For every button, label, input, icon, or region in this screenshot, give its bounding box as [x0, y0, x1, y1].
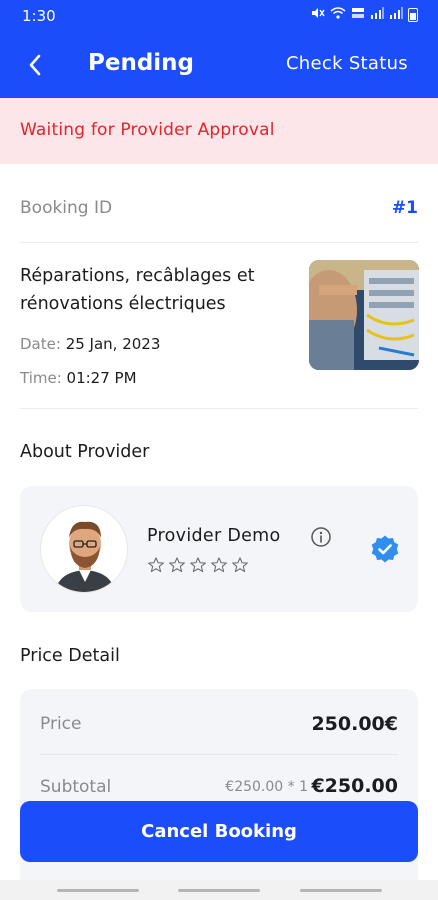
star-icon — [169, 557, 185, 573]
provider-avatar — [40, 505, 128, 593]
date-label: Date: — [20, 335, 66, 353]
provider-rating — [147, 556, 249, 574]
time-label: Time: — [20, 369, 67, 387]
service-image — [309, 260, 419, 370]
star-icon — [232, 557, 248, 573]
price-detail-title: Price Detail — [20, 646, 120, 666]
booking-time-row: Time: 01:27 PM — [20, 369, 137, 387]
status-bar: 1:30 — [0, 0, 438, 32]
check-status-button[interactable]: Check Status — [286, 53, 408, 74]
provider-name: Provider Demo — [147, 526, 281, 546]
nav-pill[interactable] — [300, 889, 382, 892]
divider — [20, 242, 418, 243]
star-icon — [148, 557, 164, 573]
star-icon — [190, 557, 206, 573]
divider — [20, 408, 418, 409]
booking-date-row: Date: 25 Jan, 2023 — [20, 335, 160, 353]
subtotal-label: Subtotal — [40, 777, 112, 797]
volte-icon — [351, 7, 365, 22]
signal-icon — [370, 7, 384, 22]
nav-pill[interactable] — [178, 889, 260, 892]
date-value: 25 Jan, 2023 — [65, 335, 161, 353]
mute-icon — [311, 7, 325, 22]
chevron-left-icon — [29, 54, 41, 76]
top-header: 1:30 Pending Check Status — [0, 0, 438, 98]
subtotal-multiplier: €250.00 * 1 — [225, 779, 308, 795]
price-value: 250.00€ — [311, 713, 398, 735]
service-name: Réparations, recâblages et rénovations é… — [20, 266, 255, 314]
booking-id-row: Booking ID #1 — [20, 198, 418, 222]
subtotal-value: €250.00 — [311, 775, 398, 797]
divider — [40, 754, 398, 755]
app-bar: Pending Check Status — [0, 32, 438, 98]
booking-id-value: #1 — [391, 198, 418, 218]
wifi-icon — [330, 7, 346, 22]
time-value: 01:27 PM — [66, 369, 137, 387]
signal-icon — [389, 7, 403, 22]
verified-icon — [371, 535, 399, 563]
system-nav-bar — [0, 880, 438, 900]
provider-card[interactable]: Provider Demo — [20, 486, 418, 612]
battery-icon — [408, 7, 418, 22]
nav-pill[interactable] — [57, 889, 139, 892]
price-label: Price — [40, 714, 82, 734]
status-time: 1:30 — [22, 7, 56, 25]
cancel-booking-button[interactable]: Cancel Booking — [20, 801, 418, 862]
star-icon — [211, 557, 227, 573]
status-banner: Waiting for Provider Approval — [0, 98, 438, 164]
info-icon[interactable] — [310, 526, 332, 548]
page-title: Pending — [88, 50, 195, 76]
status-banner-text: Waiting for Provider Approval — [20, 120, 275, 140]
booking-id-label: Booking ID — [20, 198, 113, 218]
back-button[interactable] — [18, 48, 52, 82]
about-provider-title: About Provider — [20, 442, 150, 462]
status-icons — [311, 7, 418, 22]
